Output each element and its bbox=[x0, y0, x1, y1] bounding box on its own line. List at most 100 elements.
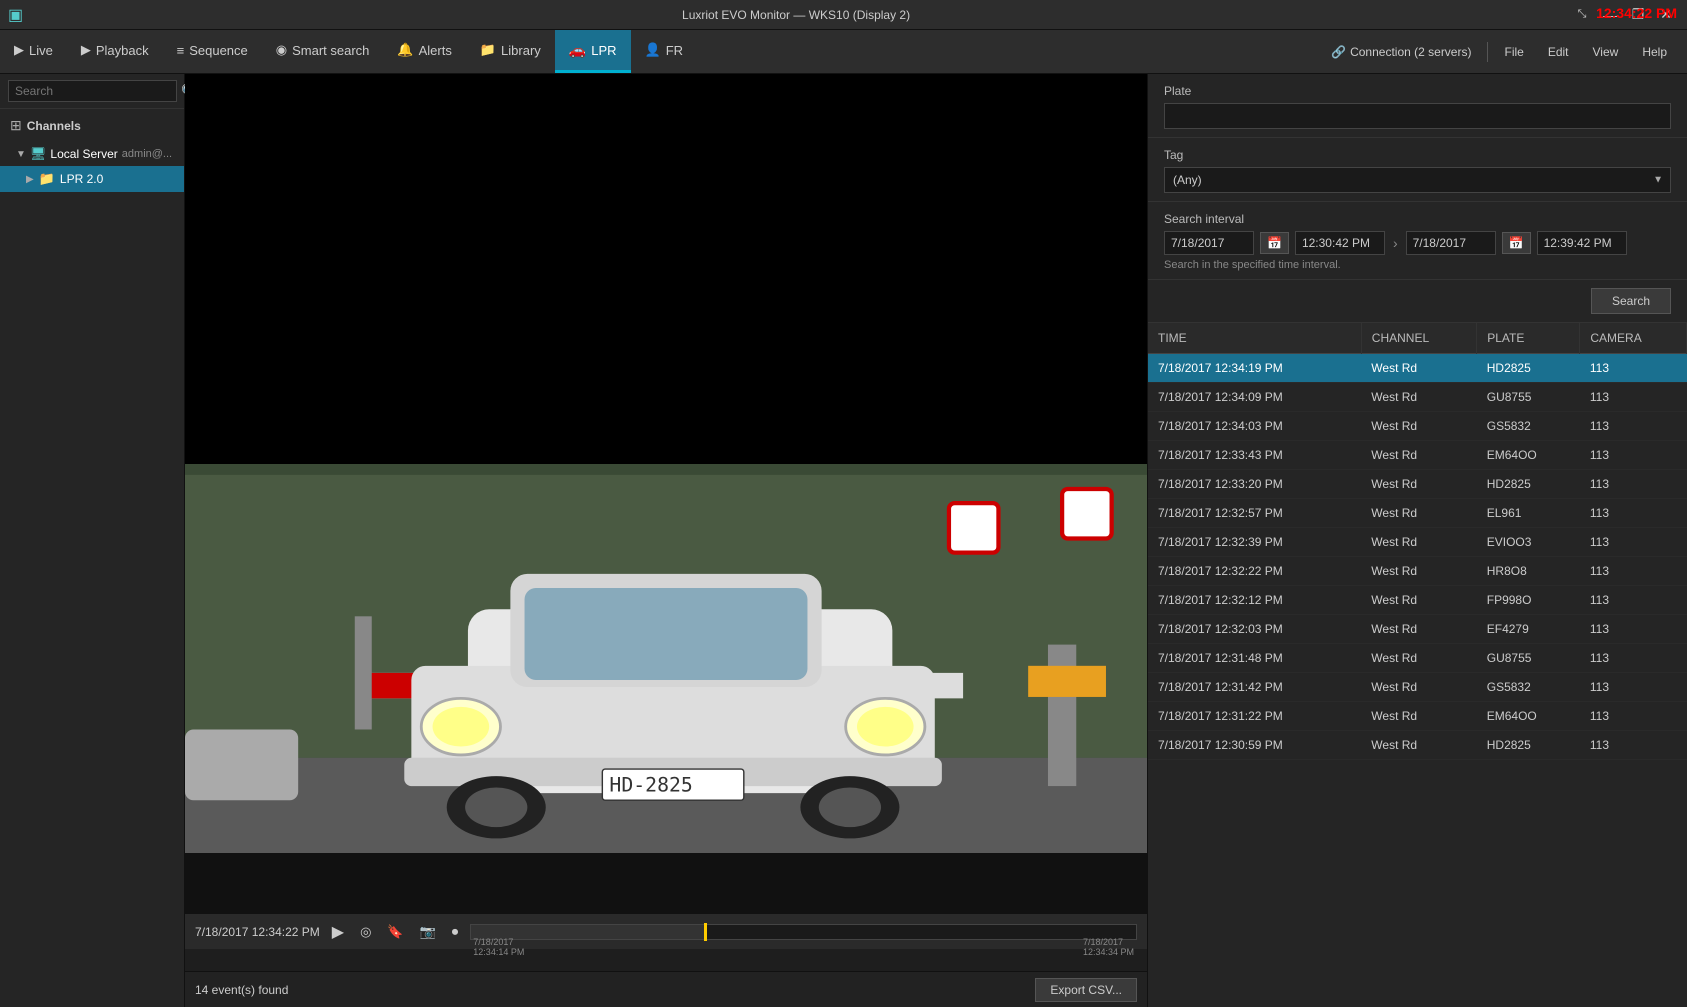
cell-channel: West Rd bbox=[1361, 615, 1476, 644]
nav-sequence[interactable]: ≡ Sequence bbox=[163, 30, 262, 73]
server-item[interactable]: ▼ 🖥 Local Server admin@... bbox=[0, 142, 184, 166]
nav-alerts-label: Alerts bbox=[419, 43, 452, 58]
server-name: Local Server bbox=[50, 147, 117, 161]
edit-menu[interactable]: Edit bbox=[1538, 41, 1579, 63]
cell-time: 7/18/2017 12:31:48 PM bbox=[1148, 644, 1361, 673]
interval-row: 📅 › 📅 bbox=[1164, 231, 1671, 255]
cell-channel: West Rd bbox=[1361, 499, 1476, 528]
calendar-from-button[interactable]: 📅 bbox=[1260, 232, 1289, 254]
table-row[interactable]: 7/18/2017 12:34:19 PMWest RdHD2825113 bbox=[1148, 354, 1687, 383]
cell-channel: West Rd bbox=[1361, 354, 1476, 383]
timeline-marker bbox=[704, 923, 707, 941]
tag-select[interactable]: (Any) bbox=[1164, 167, 1671, 193]
cell-plate: HD2825 bbox=[1477, 731, 1580, 760]
time-to-input[interactable] bbox=[1537, 231, 1627, 255]
cell-time: 7/18/2017 12:32:12 PM bbox=[1148, 586, 1361, 615]
server-admin: admin@... bbox=[122, 148, 172, 160]
nav-alerts[interactable]: 🔔 Alerts bbox=[383, 30, 465, 73]
nav-fr[interactable]: 👤 FR bbox=[631, 30, 698, 73]
events-found-label: 14 event(s) found bbox=[195, 983, 1025, 997]
table-row[interactable]: 7/18/2017 12:31:42 PMWest RdGS5832113 bbox=[1148, 673, 1687, 702]
table-row[interactable]: 7/18/2017 12:33:43 PMWest RdEM64OO113 bbox=[1148, 441, 1687, 470]
export-csv-button[interactable]: Export CSV... bbox=[1035, 978, 1137, 1002]
table-row[interactable]: 7/18/2017 12:32:12 PMWest RdFP998O113 bbox=[1148, 586, 1687, 615]
channels-label: Channels bbox=[27, 119, 81, 133]
nav-divider-1 bbox=[1487, 42, 1488, 62]
cell-time: 7/18/2017 12:33:43 PM bbox=[1148, 441, 1361, 470]
calendar-to-button[interactable]: 📅 bbox=[1502, 232, 1531, 254]
nav-smart-search[interactable]: ◉ Smart search bbox=[262, 30, 384, 73]
edit-label: Edit bbox=[1548, 45, 1569, 59]
date-to-input[interactable] bbox=[1406, 231, 1496, 255]
results-table-wrap[interactable]: TIME CHANNEL PLATE CAMERA 7/18/2017 12:3… bbox=[1148, 323, 1687, 1007]
table-row[interactable]: 7/18/2017 12:30:59 PMWest RdHD2825113 bbox=[1148, 731, 1687, 760]
connection-item[interactable]: 🔗 Connection (2 servers) bbox=[1321, 41, 1481, 63]
cell-plate: EVIOO3 bbox=[1477, 528, 1580, 557]
play-button[interactable]: ▶ bbox=[328, 920, 348, 944]
sidebar-search-bar: 🔍 bbox=[0, 74, 184, 109]
cell-plate: HR8O8 bbox=[1477, 557, 1580, 586]
resize-button[interactable]: ⤡ bbox=[1569, 2, 1595, 28]
col-camera: CAMERA bbox=[1580, 323, 1687, 354]
results-table-header: TIME CHANNEL PLATE CAMERA bbox=[1148, 323, 1687, 354]
table-row[interactable]: 7/18/2017 12:32:22 PMWest RdHR8O8113 bbox=[1148, 557, 1687, 586]
live-icon: ▶ bbox=[14, 42, 24, 58]
table-row[interactable]: 7/18/2017 12:34:03 PMWest RdGS5832113 bbox=[1148, 412, 1687, 441]
table-row[interactable]: 7/18/2017 12:31:48 PMWest RdGU8755113 bbox=[1148, 644, 1687, 673]
server-arrow: ▼ bbox=[16, 149, 26, 160]
video-column: 12:34:22 PM bbox=[185, 74, 1147, 1007]
library-icon: 📁 bbox=[480, 42, 496, 58]
help-menu[interactable]: Help bbox=[1632, 41, 1677, 63]
cell-channel: West Rd bbox=[1361, 644, 1476, 673]
video-area[interactable]: HD-2825 bbox=[185, 464, 1147, 854]
table-row[interactable]: 7/18/2017 12:31:22 PMWest RdEM64OO113 bbox=[1148, 702, 1687, 731]
nav-live[interactable]: ▶ Live bbox=[0, 30, 67, 73]
lpr-icon: 🚗 bbox=[569, 42, 586, 59]
folder-arrow: ▶ bbox=[26, 174, 34, 185]
table-row[interactable]: 7/18/2017 12:34:09 PMWest RdGU8755113 bbox=[1148, 383, 1687, 412]
table-row[interactable]: 7/18/2017 12:32:57 PMWest RdEL961113 bbox=[1148, 499, 1687, 528]
table-row[interactable]: 7/18/2017 12:33:20 PMWest RdHD2825113 bbox=[1148, 470, 1687, 499]
playback-icon: ▶ bbox=[81, 42, 91, 58]
nav-library[interactable]: 📁 Library bbox=[466, 30, 555, 73]
cell-plate: EM64OO bbox=[1477, 441, 1580, 470]
export-video-button[interactable]: ⏺ bbox=[448, 922, 463, 942]
file-menu[interactable]: File bbox=[1494, 41, 1533, 63]
snapshot-button[interactable]: ◎ bbox=[356, 922, 375, 942]
cell-plate: EF4279 bbox=[1477, 615, 1580, 644]
channels-header[interactable]: ⊞ Channels bbox=[0, 109, 184, 142]
cell-channel: West Rd bbox=[1361, 702, 1476, 731]
cell-camera: 113 bbox=[1580, 615, 1687, 644]
col-time: TIME bbox=[1148, 323, 1361, 354]
time-from-input[interactable] bbox=[1295, 231, 1385, 255]
view-menu[interactable]: View bbox=[1583, 41, 1629, 63]
nav-playback[interactable]: ▶ Playback bbox=[67, 30, 163, 73]
folder-item-lpr[interactable]: ▶ 📁 LPR 2.0 bbox=[0, 166, 184, 192]
current-time-label: 7/18/2017 12:34:22 PM bbox=[195, 925, 320, 939]
plate-input[interactable] bbox=[1164, 103, 1671, 129]
server-icon: 🖥 bbox=[30, 146, 47, 162]
file-label: File bbox=[1504, 45, 1523, 59]
table-row[interactable]: 7/18/2017 12:32:39 PMWest RdEVIOO3113 bbox=[1148, 528, 1687, 557]
timeline-bar[interactable]: 7/18/201712:34:14 PM 7/18/201712:34:34 P… bbox=[470, 924, 1137, 940]
nav-smart-search-label: Smart search bbox=[292, 43, 369, 58]
search-lpr-button[interactable]: Search bbox=[1591, 288, 1671, 314]
cell-channel: West Rd bbox=[1361, 383, 1476, 412]
cell-plate: HD2825 bbox=[1477, 354, 1580, 383]
camera-button[interactable]: 📷 bbox=[416, 922, 440, 942]
table-row[interactable]: 7/18/2017 12:32:03 PMWest RdEF4279113 bbox=[1148, 615, 1687, 644]
search-input[interactable] bbox=[8, 80, 177, 102]
nav-lpr[interactable]: 🚗 LPR bbox=[555, 30, 631, 73]
bookmark-button[interactable]: 🔖 bbox=[383, 922, 407, 942]
date-from-input[interactable] bbox=[1164, 231, 1254, 255]
cell-time: 7/18/2017 12:34:09 PM bbox=[1148, 383, 1361, 412]
video-controls: 7/18/2017 12:34:22 PM ▶ ◎ 🔖 📷 ⏺ 7/18/201… bbox=[185, 913, 1147, 949]
main-layout: 🔍 ⊞ Channels ▼ 🖥 Local Server admin@... … bbox=[0, 74, 1687, 1007]
nav-bar: ▶ Live ▶ Playback ≡ Sequence ◉ Smart sea… bbox=[0, 30, 1687, 74]
cell-plate: GS5832 bbox=[1477, 412, 1580, 441]
cell-camera: 113 bbox=[1580, 673, 1687, 702]
video-upper: 12:34:22 PM bbox=[185, 74, 1147, 464]
cell-camera: 113 bbox=[1580, 412, 1687, 441]
cell-time: 7/18/2017 12:31:22 PM bbox=[1148, 702, 1361, 731]
cell-time: 7/18/2017 12:32:03 PM bbox=[1148, 615, 1361, 644]
